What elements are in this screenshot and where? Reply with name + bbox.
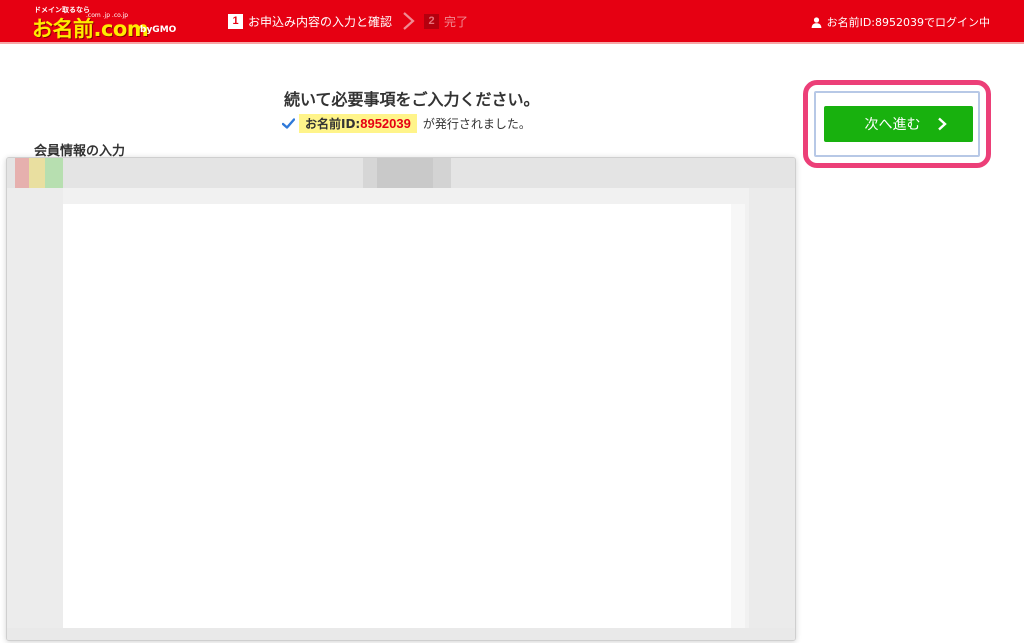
form-toolbar-block [433, 158, 451, 188]
step-separator-icon [403, 12, 415, 30]
next-button[interactable]: 次へ進む [824, 106, 973, 142]
form-content-area [63, 204, 745, 628]
logo-domains: .com .jp .co.jp [86, 12, 129, 19]
form-content-edge [731, 204, 745, 628]
member-info-form [6, 157, 796, 641]
form-toolbar-swatch [29, 158, 45, 188]
issued-suffix: が発行されました。 [422, 116, 531, 131]
issued-id-label: お名前ID: [305, 116, 361, 131]
form-toolbar-block [377, 158, 433, 188]
form-toolbar-swatch [45, 158, 63, 188]
form-toolbar-block [363, 158, 377, 188]
step-1-label: お申込み内容の入力と確認 [248, 14, 393, 29]
form-right-gutter [749, 188, 795, 640]
login-status: お名前ID:8952039でログイン中 [811, 14, 990, 30]
site-header: ドメイン取るなら お名前.com .com .jp .co.jp byGMO 1… [0, 0, 1024, 44]
progress-steps: 1 お申込み内容の入力と確認 2 完了 [228, 12, 468, 30]
form-toolbar-swatch [15, 158, 29, 188]
issued-id-number: 8952039 [360, 115, 411, 131]
step-2-number: 2 [424, 13, 440, 29]
step-1-number: 1 [228, 13, 243, 29]
chevron-right-icon [937, 117, 947, 131]
user-icon [811, 16, 821, 28]
issued-id-badge: お名前ID:8952039 [299, 113, 417, 133]
logo-company: byGMO [140, 25, 177, 35]
form-left-gutter [7, 188, 63, 640]
page-headline: 続いて必要事項をご入力ください。 [284, 90, 540, 109]
check-icon [282, 117, 295, 129]
id-issued-message: お名前ID:8952039 が発行されました。 [282, 113, 531, 133]
onamae-logo[interactable]: ドメイン取るなら お名前.com .com .jp .co.jp byGMO [28, 5, 178, 41]
form-bottom-bar [7, 628, 795, 640]
login-status-text: お名前ID:8952039でログイン中 [826, 16, 990, 29]
step-2-label: 完了 [444, 14, 469, 29]
next-button-label: 次へ進む [864, 117, 921, 133]
